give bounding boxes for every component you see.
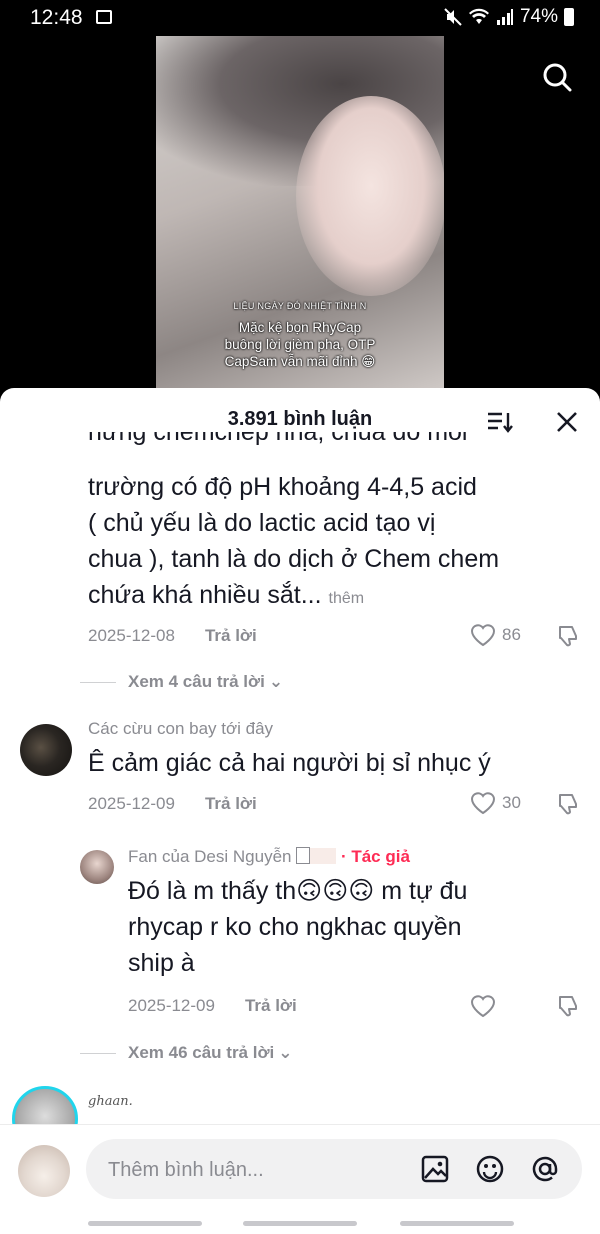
image-icon[interactable]	[420, 1154, 450, 1184]
comment-input[interactable]	[106, 1139, 410, 1201]
like-count: 30	[502, 793, 521, 812]
comment-meta: 2025-12-08 Trả lời	[88, 626, 257, 646]
divider	[80, 1052, 116, 1054]
avatar[interactable]	[80, 850, 114, 884]
sort-icon[interactable]	[486, 410, 514, 434]
gesture-bar-left	[88, 1221, 202, 1226]
video-preview[interactable]: LIỆU NGÀY ĐÓ NHIỆT TÌNH N Mặc kệ bọn Rhy…	[156, 36, 444, 390]
reply-text: Đó là m thấy th🙃🙃🙃 m tự đu rhycap r ko c…	[128, 873, 467, 981]
chevron-down-icon: ⌄	[278, 1043, 293, 1062]
heart-icon	[470, 624, 496, 647]
view-replies-label: Xem 46 câu trả lời	[128, 1043, 275, 1062]
author-badge: · Tác giả	[340, 847, 410, 866]
heart-icon	[470, 995, 496, 1018]
reply-button[interactable]: Trả lời	[205, 626, 257, 646]
see-more-link[interactable]: thêm	[329, 590, 365, 607]
like-button[interactable]	[470, 994, 496, 1018]
view-replies-button[interactable]: Xem 46 câu trả lời ⌄	[80, 1043, 293, 1063]
comment-line: rhycap r ko cho ngkhac quyền	[128, 913, 462, 941]
dislike-icon[interactable]	[556, 792, 582, 816]
comment-input-container[interactable]	[86, 1139, 582, 1201]
signal-icon	[496, 9, 513, 25]
comment-line: ( chủ yếu là do lactic acid tạo vị	[88, 509, 436, 537]
video-caption-small: LIỆU NGÀY ĐÓ NHIỆT TÌNH N	[233, 301, 367, 311]
status-time: 12:48	[30, 6, 83, 29]
gesture-bar-right	[400, 1221, 514, 1226]
comment-line: chứa khá nhiều sắt... thêm	[88, 581, 365, 609]
divider	[80, 681, 116, 683]
like-count: 86	[502, 625, 521, 644]
video-caption-line: Mặc kệ bọn RhyCap	[238, 320, 362, 335]
like-button[interactable]: 30	[470, 791, 521, 815]
gallery-notification-icon	[96, 10, 112, 24]
reply-button[interactable]: Trả lời	[205, 794, 257, 814]
status-right: 74%	[444, 6, 574, 28]
comment-line: chua ), tanh là do dịch ở Chem chem	[88, 545, 500, 573]
comment-text: Ê cảm giác cả hai người bị sỉ nhục ý	[88, 749, 491, 777]
gesture-bar-center	[243, 1221, 357, 1226]
dislike-icon[interactable]	[556, 994, 582, 1018]
close-icon[interactable]	[555, 410, 579, 434]
emoji-icon[interactable]	[475, 1154, 505, 1184]
comment-meta: 2025-12-09 Trả lời	[88, 794, 257, 814]
comments-sheet: hưng chemchep nha, chua do môi trường có…	[0, 388, 600, 1233]
video-caption-line: CapSam vẫn mãi đỉnh 😁	[224, 354, 376, 369]
video-caption: Mặc kệ bọn RhyCap buông lời gièm pha, OT…	[156, 319, 444, 370]
blank-glyph	[310, 848, 337, 864]
wifi-icon	[468, 8, 489, 24]
video-caption-line: buông lời gièm pha, OTP	[224, 337, 376, 352]
sheet-header: 3.891 bình luận	[0, 388, 600, 452]
view-replies-button[interactable]: Xem 4 câu trả lời ⌄	[80, 672, 283, 692]
comment-date: 2025-12-08	[88, 626, 175, 645]
reply-username[interactable]: Fan của Desi Nguyễn	[128, 847, 291, 866]
view-replies-label: Xem 4 câu trả lời	[128, 672, 265, 691]
heart-icon	[470, 792, 496, 815]
chevron-down-icon: ⌄	[268, 672, 284, 691]
mute-icon	[444, 8, 462, 26]
avatar[interactable]	[20, 724, 72, 776]
user-avatar[interactable]	[18, 1145, 70, 1197]
placeholder-glyph	[296, 847, 311, 864]
comment-username[interactable]: ghaan.	[88, 1094, 133, 1109]
status-bar: 12:48 74%	[0, 0, 600, 36]
battery-percent: 74%	[519, 6, 558, 27]
battery-icon	[564, 8, 574, 26]
video-image-face	[296, 96, 444, 296]
comment-date: 2025-12-09	[88, 794, 175, 813]
mention-icon[interactable]	[530, 1154, 560, 1184]
reply-button[interactable]: Trả lời	[245, 996, 297, 1016]
comment-username[interactable]: Các cừu con bay tới đây	[88, 719, 273, 739]
comment-line: ship à	[128, 949, 195, 977]
comment-line: Đó là m thấy th🙃🙃🙃 m tự đu	[128, 877, 468, 905]
comment-input-bar	[0, 1124, 600, 1234]
like-button[interactable]: 86	[470, 623, 521, 647]
comment-text: trường có độ pH khoảng 4-4,5 acid ( chủ …	[88, 469, 499, 617]
comment-date: 2025-12-09	[128, 996, 215, 1015]
comment-username: Fan của Desi Nguyễn · Tác giả	[128, 847, 410, 867]
comment-meta: 2025-12-09 Trả lời	[128, 996, 297, 1016]
dislike-icon[interactable]	[556, 624, 582, 648]
comment-line: trường có độ pH khoảng 4-4,5 acid	[88, 473, 477, 501]
search-icon[interactable]	[542, 62, 572, 92]
